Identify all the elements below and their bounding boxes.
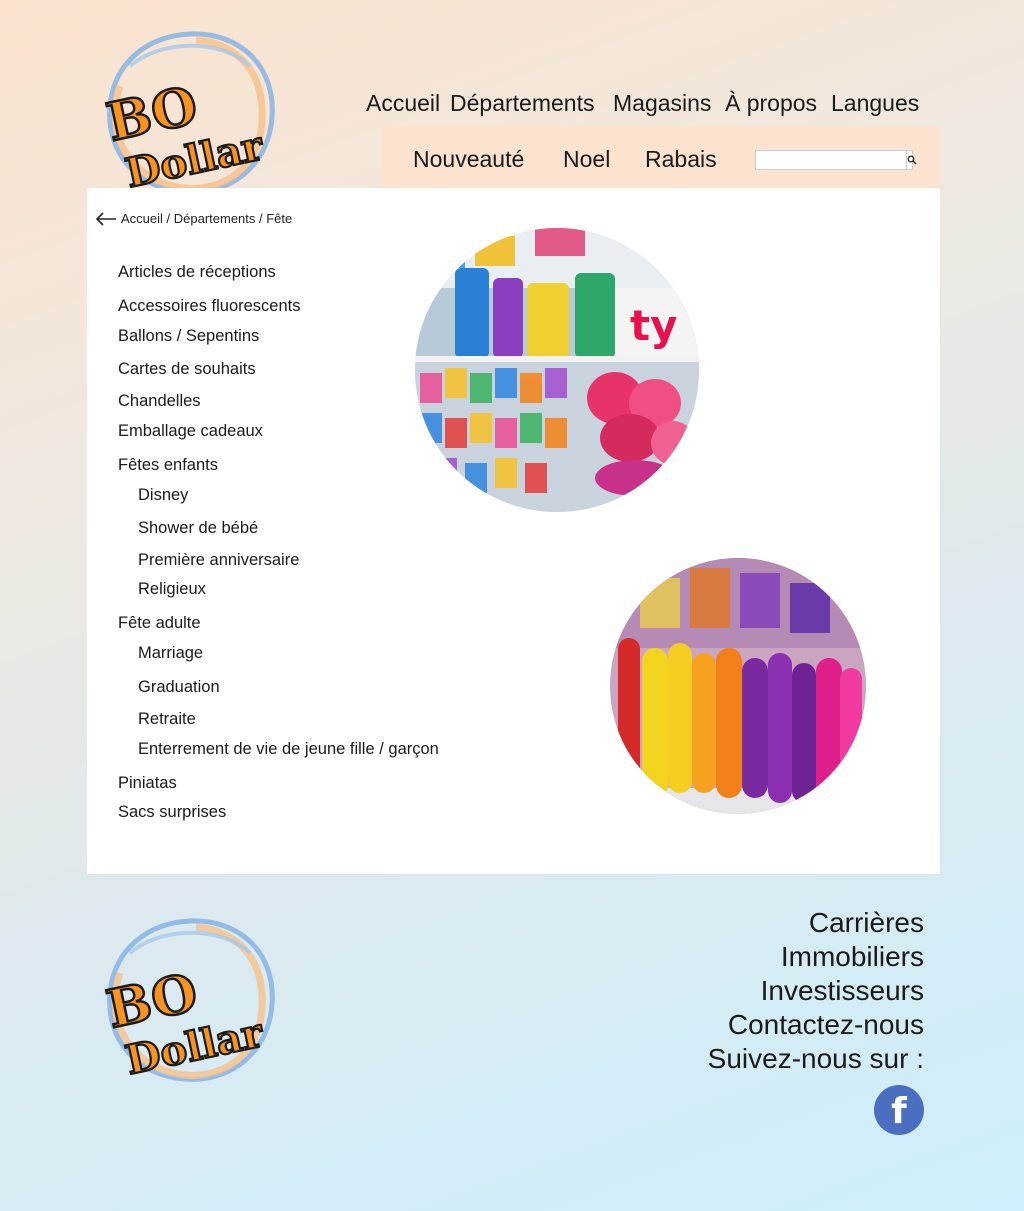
nav-magasins[interactable]: Magasins <box>613 90 711 117</box>
category-item[interactable]: Articles de réceptions <box>118 263 276 282</box>
subcategory-item[interactable]: Disney <box>138 486 188 505</box>
subcategory-item[interactable]: Marriage <box>138 644 203 663</box>
category-item[interactable]: Fête adulte <box>118 614 201 633</box>
search-icon <box>907 155 917 165</box>
nav-a-propos[interactable]: À propos <box>725 90 817 117</box>
category-item[interactable]: Ballons / Sepentins <box>118 327 259 346</box>
category-item[interactable]: Sacs surprises <box>118 803 226 822</box>
svg-text:ty: ty <box>630 301 677 350</box>
facebook-icon[interactable]: f <box>874 1085 924 1135</box>
footer-link-investisseurs[interactable]: Investisseurs <box>708 974 924 1008</box>
search-input[interactable] <box>756 151 906 169</box>
feather-boas-photo <box>610 558 866 814</box>
nav-accueil[interactable]: Accueil <box>366 90 440 117</box>
category-item[interactable]: Chandelles <box>118 392 201 411</box>
breadcrumb: Accueil / Départements / Fête <box>95 211 292 226</box>
nav-rabais[interactable]: Rabais <box>645 146 717 173</box>
subcategory-item[interactable]: Graduation <box>138 678 220 697</box>
subcategory-item[interactable]: Shower de bébé <box>138 519 258 538</box>
footer-link-immobiliers[interactable]: Immobiliers <box>708 940 924 974</box>
party-aisle-photo: ty <box>415 228 699 512</box>
subcategory-item[interactable]: Religieux <box>138 580 206 599</box>
search-box <box>755 150 917 170</box>
category-item[interactable]: Accessoires fluorescents <box>118 297 301 316</box>
nav-nouveaute[interactable]: Nouveauté <box>413 146 524 173</box>
nav-langues[interactable]: Langues <box>831 90 919 117</box>
subcategory-item[interactable]: Enterrement de vie de jeune fille / garç… <box>138 740 439 759</box>
nav-noel[interactable]: Noel <box>563 146 610 173</box>
breadcrumb-text[interactable]: Accueil / Départements / Fête <box>121 211 292 226</box>
back-arrow-icon[interactable] <box>95 211 117 226</box>
category-item[interactable]: Piniatas <box>118 774 177 793</box>
footer-link-contact[interactable]: Contactez-nous <box>708 1008 924 1042</box>
subcategory-item[interactable]: Retraite <box>138 710 196 729</box>
subcategory-item[interactable]: Première anniversaire <box>138 551 299 570</box>
footer-link-carrieres[interactable]: Carrières <box>708 906 924 940</box>
footer-logo[interactable]: BO Dollar <box>100 913 280 1088</box>
search-button[interactable] <box>906 151 917 169</box>
follow-us-label: Suivez-nous sur : <box>707 1043 924 1074</box>
main-nav: Accueil Départements Magasins À propos L… <box>0 90 1024 124</box>
nav-departements[interactable]: Départements <box>450 90 594 117</box>
category-item[interactable]: Cartes de souhaits <box>118 360 256 379</box>
footer-links: Carrières Immobiliers Investisseurs Cont… <box>708 906 924 1076</box>
category-item[interactable]: Fêtes enfants <box>118 456 218 475</box>
content-panel: Accueil / Départements / Fête Articles d… <box>87 188 940 874</box>
secondary-nav-bar: Nouveauté Noel Rabais <box>382 126 940 188</box>
category-item[interactable]: Emballage cadeaux <box>118 422 263 441</box>
